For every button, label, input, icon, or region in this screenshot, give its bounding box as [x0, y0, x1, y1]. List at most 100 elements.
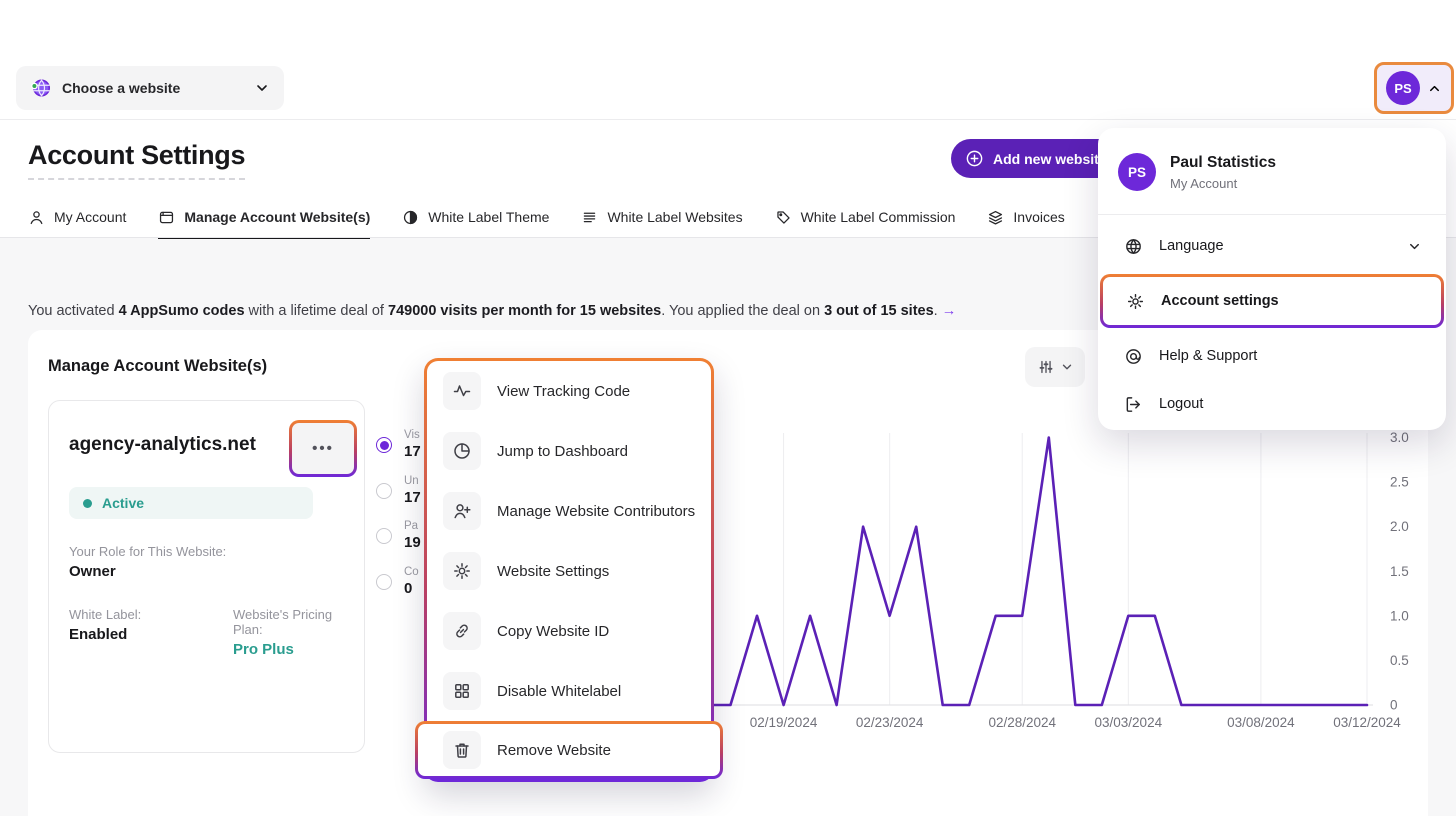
- tab-label: White Label Theme: [428, 209, 549, 225]
- account-menu-item-label: Logout: [1159, 396, 1422, 412]
- browser-icon: [158, 209, 175, 226]
- account-subtitle: My Account: [1170, 176, 1276, 191]
- avatar: PS: [1118, 153, 1156, 191]
- plan-label: Website's Pricing Plan:: [233, 607, 364, 637]
- metric-radio[interactable]: [376, 437, 392, 453]
- menu-item-disable-whitelabel[interactable]: Disable Whitelabel: [427, 661, 711, 721]
- website-card: agency-analytics.net ••• Active Your Rol…: [48, 400, 365, 753]
- tab-white-label-websites[interactable]: White Label Websites: [581, 198, 742, 238]
- chevron-down-icon: [254, 80, 270, 96]
- menu-item-remove-website[interactable]: Remove Website: [418, 724, 720, 776]
- website-menu-button[interactable]: •••: [292, 423, 354, 474]
- account-dropdown: PS Paul Statistics My Account Language A…: [1098, 128, 1446, 430]
- layers-icon: [987, 209, 1004, 226]
- link-icon: [443, 612, 481, 650]
- notification-text: 749000 visits per month for 15 websites: [388, 303, 661, 319]
- plus-circle-icon: [965, 149, 984, 168]
- website-picker-label: Choose a website: [62, 80, 244, 96]
- menu-item-copy-website-id[interactable]: Copy Website ID: [427, 601, 711, 661]
- account-menu-item-label: Account settings: [1161, 293, 1417, 309]
- account-menu-button[interactable]: PS: [1374, 62, 1454, 114]
- metric-value: 19: [404, 534, 421, 551]
- menu-item-label: View Tracking Code: [497, 383, 630, 400]
- pie-chart-icon: [443, 432, 481, 470]
- activity-icon: [443, 372, 481, 410]
- user-icon: [28, 209, 45, 226]
- account-menu-item-account-settings[interactable]: Account settings: [1103, 277, 1441, 325]
- globe-brand-icon: [30, 77, 52, 99]
- gear-icon: [1126, 292, 1145, 311]
- grid-icon: [443, 672, 481, 710]
- header-divider: [0, 119, 1456, 120]
- avatar: PS: [1386, 71, 1420, 105]
- notification-text: You activated: [28, 303, 119, 319]
- notification-text: 3 out of 15 sites: [824, 303, 934, 319]
- svg-text:1.0: 1.0: [1390, 608, 1409, 623]
- notification-text: .: [934, 303, 938, 319]
- account-menu-item-help-support[interactable]: Help & Support: [1098, 332, 1446, 380]
- gear-icon: [443, 552, 481, 590]
- remove-website-highlight: Remove Website: [415, 721, 723, 779]
- svg-text:0: 0: [1390, 698, 1398, 713]
- menu-item-website-settings[interactable]: Website Settings: [427, 541, 711, 601]
- notification-arrow-link[interactable]: →: [942, 303, 957, 319]
- metric-radio[interactable]: [376, 574, 392, 590]
- svg-text:0.5: 0.5: [1390, 653, 1409, 668]
- tab-label: My Account: [54, 209, 126, 225]
- globe-icon: [1124, 237, 1143, 256]
- menu-item-label: Disable Whitelabel: [497, 683, 621, 700]
- status-badge: Active: [69, 487, 313, 519]
- menu-item-label: Website Settings: [497, 563, 609, 580]
- chevron-down-icon: [1060, 360, 1074, 374]
- metric-radio[interactable]: [376, 483, 392, 499]
- svg-text:03/08/2024: 03/08/2024: [1227, 715, 1295, 730]
- account-dropdown-header: PS Paul Statistics My Account: [1118, 153, 1276, 191]
- tab-manage-account-website-s-[interactable]: Manage Account Website(s): [158, 198, 370, 238]
- chevron-up-icon: [1427, 81, 1442, 96]
- website-context-menu: View Tracking Code Jump to Dashboard Man…: [424, 358, 714, 782]
- notification-text: with a lifetime deal of: [245, 303, 388, 319]
- tab-white-label-commission[interactable]: White Label Commission: [775, 198, 956, 238]
- menu-item-view-tracking-code[interactable]: View Tracking Code: [427, 361, 711, 421]
- account-menu-item-label: Help & Support: [1159, 348, 1422, 364]
- account-menu-item-logout[interactable]: Logout: [1098, 380, 1446, 428]
- plan-value: Pro Plus: [233, 641, 364, 658]
- help-icon: [1124, 347, 1143, 366]
- chevron-down-icon: [1407, 239, 1422, 254]
- logout-icon: [1124, 395, 1143, 414]
- metric-value: 17: [404, 489, 421, 506]
- contrast-icon: [402, 209, 419, 226]
- filter-button[interactable]: [1025, 347, 1085, 387]
- menu-item-jump-to-dashboard[interactable]: Jump to Dashboard: [427, 421, 711, 481]
- tab-white-label-theme[interactable]: White Label Theme: [402, 198, 549, 238]
- dropdown-divider: [1098, 214, 1446, 215]
- tag-icon: [775, 209, 792, 226]
- svg-text:1.5: 1.5: [1390, 564, 1409, 579]
- trash-icon: [443, 731, 481, 769]
- role-value: Owner: [69, 563, 226, 580]
- tab-label: Manage Account Website(s): [184, 209, 370, 225]
- tab-my-account[interactable]: My Account: [28, 198, 126, 238]
- tab-label: White Label Commission: [801, 209, 956, 225]
- status-label: Active: [102, 495, 144, 511]
- website-picker[interactable]: Choose a website: [16, 66, 284, 110]
- user-plus-icon: [443, 492, 481, 530]
- svg-text:02/19/2024: 02/19/2024: [750, 715, 818, 730]
- svg-text:2.0: 2.0: [1390, 519, 1409, 534]
- menu-item-manage-website-contributors[interactable]: Manage Website Contributors: [427, 481, 711, 541]
- svg-text:2.5: 2.5: [1390, 475, 1409, 490]
- svg-text:03/12/2024: 03/12/2024: [1333, 715, 1401, 730]
- list-icon: [581, 209, 598, 226]
- tab-invoices[interactable]: Invoices: [987, 198, 1064, 238]
- svg-text:3.0: 3.0: [1390, 430, 1409, 445]
- account-name: Paul Statistics: [1170, 154, 1276, 172]
- add-new-website-label: Add new website: [993, 151, 1107, 167]
- role-label: Your Role for This Website:: [69, 544, 226, 559]
- panel-title: Manage Account Website(s): [48, 357, 267, 376]
- account-menu-item-language[interactable]: Language: [1098, 222, 1446, 270]
- menu-item-label: Manage Website Contributors: [497, 503, 695, 520]
- metric-radio[interactable]: [376, 528, 392, 544]
- tab-label: White Label Websites: [607, 209, 742, 225]
- metric-value: 17: [404, 443, 421, 460]
- appsumo-notification: You activated 4 AppSumo codes with a lif…: [28, 303, 956, 319]
